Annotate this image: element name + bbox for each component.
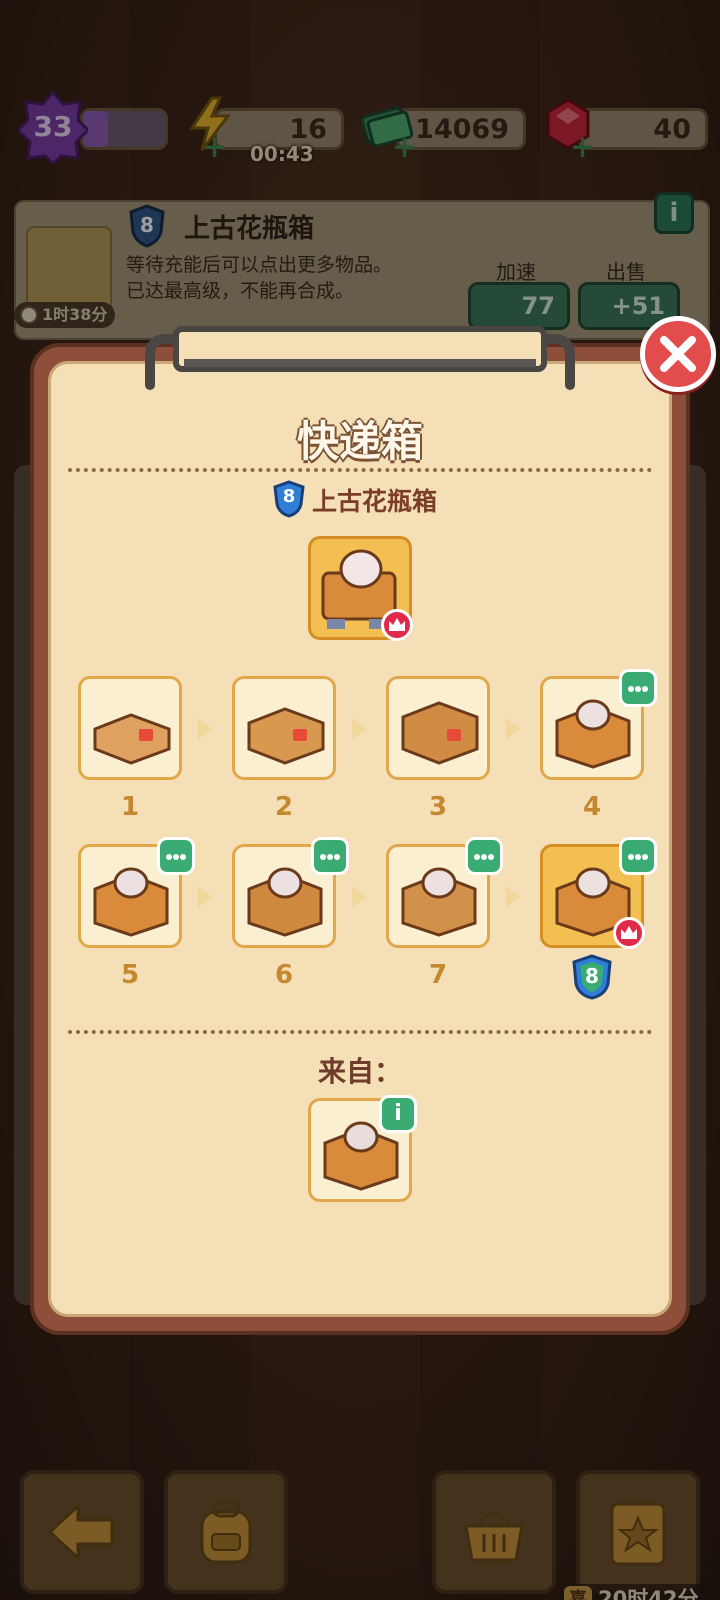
arrow-right-icon (196, 716, 214, 742)
crown-icon (621, 926, 637, 939)
arrow-right-icon (504, 884, 522, 910)
chain-item-tile[interactable] (540, 837, 657, 949)
max-level-number: 8 (585, 964, 599, 988)
divider-top (68, 468, 652, 472)
max-level-crown (613, 917, 645, 949)
divider-bottom (68, 1030, 652, 1034)
chain-item-level: 7 (428, 960, 448, 990)
chain-item-level: 3 (428, 792, 448, 822)
item-level-number: 8 (282, 486, 296, 507)
chain-item-level: 1 (120, 792, 140, 822)
chain-item-tile[interactable] (78, 837, 195, 948)
more-dots-icon[interactable] (157, 837, 195, 875)
arrow-right-icon (196, 884, 214, 910)
box-item-icon (401, 701, 479, 765)
more-dots-icon[interactable] (619, 837, 657, 875)
more-dots-icon[interactable] (465, 837, 503, 875)
close-icon (660, 336, 696, 372)
arrow-right-icon (350, 884, 368, 910)
chain-item-level: 5 (120, 960, 140, 990)
crown-icon (389, 618, 405, 631)
box-item-icon (247, 707, 325, 765)
more-dots-icon[interactable] (619, 669, 657, 707)
item-level-shield: 8 (272, 480, 306, 518)
source-item-tile[interactable]: i (308, 1095, 417, 1202)
close-button[interactable] (640, 316, 716, 392)
chain-item-tile[interactable] (386, 676, 490, 780)
chain-item-tile[interactable] (386, 837, 503, 948)
max-level-shield: 8 (570, 954, 614, 1000)
featured-item-tile[interactable] (308, 536, 413, 641)
box-item-icon (93, 713, 171, 765)
chain-item-tile[interactable] (540, 669, 657, 780)
chain-item-level: 2 (274, 792, 294, 822)
source-label: 来自： (317, 1055, 402, 1088)
arrow-right-icon (504, 716, 522, 742)
max-level-crown (381, 609, 413, 641)
chain-item-tile[interactable] (78, 676, 182, 780)
chain-item-level: 4 (582, 792, 602, 822)
chain-item-tile[interactable] (232, 676, 336, 780)
info-icon[interactable]: i (379, 1095, 417, 1133)
arrow-right-icon (350, 716, 368, 742)
more-dots-icon[interactable] (311, 837, 349, 875)
chain-item-tile[interactable] (232, 837, 349, 948)
selected-item-name: 上古花瓶箱 (312, 487, 438, 516)
dialog-title: 快递箱 (296, 417, 423, 466)
chain-item-level: 6 (274, 960, 294, 990)
clipboard-clip (145, 326, 575, 390)
